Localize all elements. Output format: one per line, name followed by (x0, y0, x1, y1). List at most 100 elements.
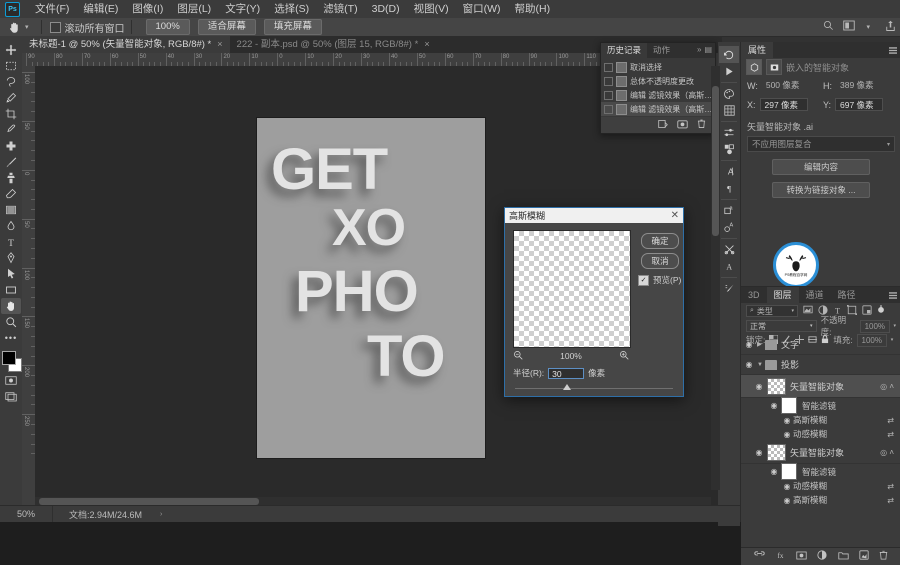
filter-options-icon[interactable]: ⇄ (887, 482, 894, 491)
type-tool[interactable]: T (1, 234, 21, 250)
radius-input[interactable]: 30 (548, 367, 585, 379)
chevron-down-icon[interactable]: ▼ (757, 362, 765, 368)
more-tools-icon[interactable]: ••• (1, 330, 21, 346)
layer-row-smart-object-2[interactable]: ◉ 矢量智能对象 ◎ ˄ (741, 441, 900, 464)
menu-view[interactable]: 视图(V) (407, 0, 456, 18)
menu-help[interactable]: 帮助(H) (508, 0, 558, 18)
convert-linked-button[interactable]: 转换为链接对象 ... (772, 182, 870, 198)
filter-mask-thumbnail[interactable] (781, 463, 797, 480)
hscroll-thumb[interactable] (39, 498, 259, 505)
share-icon[interactable] (885, 20, 896, 35)
hand-tool[interactable] (1, 298, 21, 314)
panel-menu-icon[interactable] (889, 291, 897, 299)
new-layer-icon[interactable] (859, 550, 869, 563)
workspace-chevron-icon[interactable]: ▾ (866, 23, 870, 31)
smart-filters-row-2[interactable]: ◉ 智能滤镜 (741, 463, 900, 480)
zoom-in-icon[interactable] (619, 350, 629, 362)
eye-icon[interactable]: ◉ (741, 360, 757, 369)
layer-thumbnail[interactable] (767, 377, 786, 395)
panel-menu-icon[interactable] (889, 46, 897, 54)
layer-row-smart-object-1[interactable]: ◉ 矢量智能对象 ◎ ˄ (741, 375, 900, 398)
color-swatches[interactable] (1, 350, 22, 372)
menu-3d[interactable]: 3D(D) (365, 0, 407, 18)
eye-icon[interactable]: ◉ (781, 430, 793, 439)
tab-channels[interactable]: 通道 (799, 287, 831, 303)
new-document-from-state-icon[interactable] (658, 119, 668, 132)
scroll-all-windows-checkbox[interactable]: 滚动所有窗口 (49, 20, 125, 35)
history-item[interactable]: 取消选择 (601, 60, 715, 74)
eye-icon[interactable]: ◉ (741, 340, 757, 349)
screen-mode-icon[interactable] (1, 388, 21, 404)
canvas-vscrollbar[interactable] (711, 66, 720, 490)
x-value[interactable]: 297 像素 (759, 98, 808, 111)
tab-layers[interactable]: 图层 (766, 287, 799, 303)
eye-icon[interactable]: ◉ (767, 467, 781, 476)
y-value[interactable]: 697 像素 (835, 98, 884, 111)
close-icon[interactable]: ✕ (671, 210, 679, 221)
new-snapshot-icon[interactable] (677, 119, 688, 132)
eye-icon[interactable]: ◉ (751, 382, 767, 391)
pen-tool[interactable] (1, 250, 21, 266)
tab-properties[interactable]: 属性 (741, 42, 774, 58)
close-icon[interactable]: × (424, 36, 429, 53)
styles-icon[interactable] (719, 141, 739, 158)
smart-filters-row-1[interactable]: ◉ 智能滤镜 (741, 397, 900, 414)
filter-row-gaussian-1[interactable]: ◉ 高斯模糊 ⇄ (741, 413, 900, 427)
fill-screen-button[interactable]: 填充屏幕 (263, 19, 322, 35)
delete-layer-icon[interactable] (879, 550, 888, 563)
gradient-tool[interactable] (1, 202, 21, 218)
tool-presets-icon[interactable] (719, 241, 739, 258)
healing-brush-tool[interactable] (1, 138, 21, 154)
path-select-tool[interactable] (1, 266, 21, 282)
mask-icon[interactable] (766, 59, 782, 75)
filter-power-icon[interactable] (877, 305, 885, 317)
layer-thumbnail[interactable] (767, 443, 786, 461)
workspace-icon[interactable] (843, 20, 856, 34)
swatches-icon[interactable] (719, 102, 739, 119)
eye-icon[interactable]: ◉ (767, 401, 781, 410)
y-field[interactable]: Y: 697 像素 (823, 98, 895, 111)
filter-row-motion-2[interactable]: ◉ 动感模糊 ⇄ (741, 479, 900, 493)
smart-filter-icon[interactable]: ◎ ˄ (880, 382, 894, 391)
menu-edit[interactable]: 编辑(E) (76, 0, 125, 18)
layer-comp-select[interactable]: 不应用图层复合 ▾ (747, 136, 895, 152)
history-snapshot-checkbox[interactable] (604, 62, 613, 72)
marquee-tool[interactable] (1, 58, 21, 74)
link-layers-icon[interactable] (754, 551, 765, 562)
history-item-selected[interactable]: 编辑 滤镜效果（高斯… (601, 102, 715, 116)
foreground-color-swatch[interactable] (2, 351, 16, 365)
character-icon[interactable]: A (719, 163, 739, 180)
new-group-icon[interactable] (838, 551, 849, 563)
eraser-tool[interactable] (1, 186, 21, 202)
history-item[interactable]: 总体不透明度更改 (601, 74, 715, 88)
gaussian-blur-dialog[interactable]: 高斯模糊 ✕ 确定 取消 ✓ 预览(P) 100% 半径(R): 30 像素 (504, 207, 684, 397)
document-tab-2[interactable]: 222 - 副本.psd @ 50% (图层 15, RGB/8#) * × (229, 36, 437, 53)
menu-image[interactable]: 图像(I) (125, 0, 170, 18)
crop-tool[interactable] (1, 106, 21, 122)
history-snapshot-checkbox[interactable] (604, 90, 613, 100)
pixel-filter-icon[interactable] (803, 305, 813, 317)
add-style-icon[interactable]: fx (775, 550, 786, 563)
chevron-down-icon[interactable]: ▾ (894, 323, 897, 329)
history-icon[interactable] (719, 46, 739, 63)
eye-icon[interactable]: ◉ (781, 416, 793, 425)
character-styles-icon[interactable]: a (719, 202, 739, 219)
blur-preview[interactable] (513, 230, 631, 348)
x-field[interactable]: X: 297 像素 (747, 98, 819, 111)
smart-object-icon[interactable] (746, 59, 762, 75)
history-snapshot-checkbox[interactable] (604, 76, 613, 86)
menu-file[interactable]: 文件(F) (28, 0, 76, 18)
zoom-100-button[interactable]: 100% (145, 19, 190, 35)
layer-list[interactable]: ◉ ▶ 文字 ◉ ▼ 投影 ◉ 矢量智能对象 ◎ ˄ ◉ 智能滤镜 ◉ 高斯模糊… (741, 335, 900, 547)
filter-mask-thumbnail[interactable] (781, 397, 797, 414)
eyedropper-tool[interactable] (1, 122, 21, 138)
history-snapshot-checkbox[interactable] (604, 104, 613, 114)
brush-tool[interactable] (1, 154, 21, 170)
quick-mask-icon[interactable] (1, 372, 21, 388)
expand-icon[interactable]: » (697, 45, 701, 54)
adjustment-layer-icon[interactable] (817, 550, 828, 563)
glyphs-icon[interactable]: A (719, 258, 739, 275)
eye-icon[interactable]: ◉ (751, 448, 767, 457)
layer-row-group-text[interactable]: ◉ ▶ 文字 (741, 335, 900, 355)
opacity-value[interactable]: 100% (860, 319, 890, 333)
